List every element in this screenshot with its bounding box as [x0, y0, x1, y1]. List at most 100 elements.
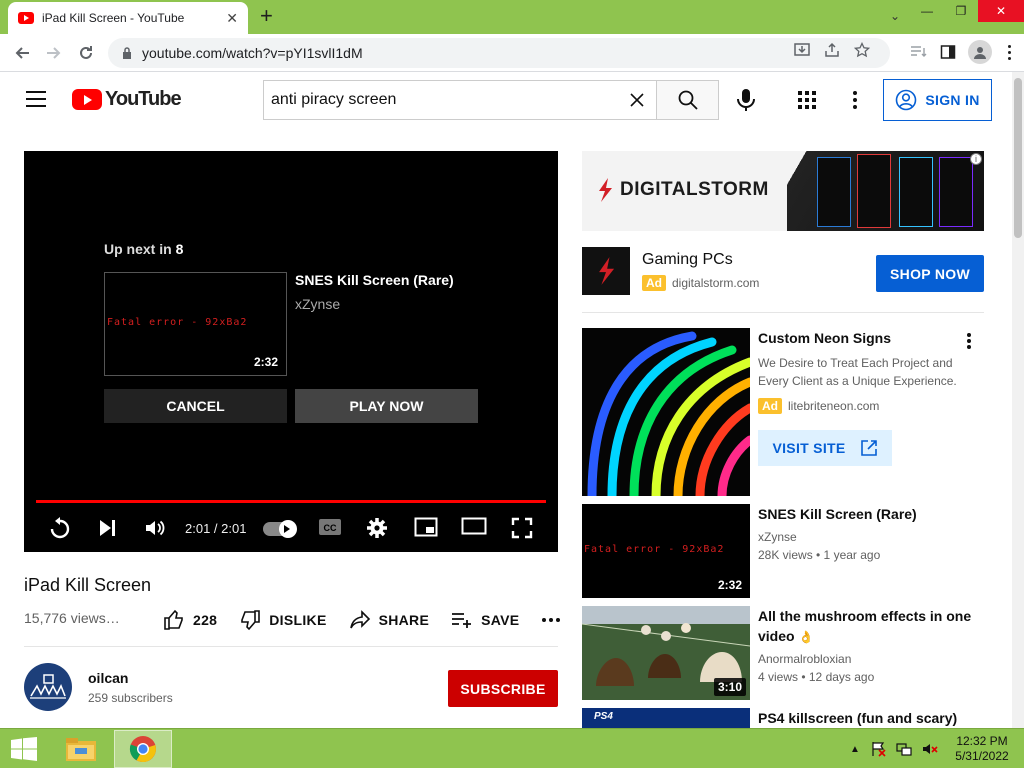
up-next-thumb-text: Fatal error - 92xBa2 [107, 317, 248, 328]
minimize-icon[interactable]: — [910, 0, 944, 22]
windows-start-icon[interactable] [10, 737, 38, 761]
toolbar-right [910, 40, 1014, 64]
recommendation-title[interactable]: PS4 killscreen (fun and scary) [758, 708, 978, 728]
scrollbar-thumb[interactable] [1014, 78, 1022, 238]
dislike-label: DISLIKE [269, 612, 327, 628]
tab-search-chevron-icon[interactable]: ⌄ [890, 9, 900, 23]
visit-site-button[interactable]: VISIT SITE [758, 430, 892, 466]
cancel-autoplay-button[interactable]: CANCEL [104, 389, 287, 423]
menu-hamburger-icon[interactable] [26, 91, 46, 107]
captions-icon[interactable]: CC [318, 517, 342, 537]
section-divider [24, 646, 558, 647]
recommendation-thumbnail[interactable]: 3:10 [582, 606, 750, 700]
share-button[interactable]: SHARE [349, 610, 430, 630]
sign-in-button[interactable]: SIGN IN [883, 79, 992, 121]
right-divider [582, 312, 984, 313]
action-center-flag-icon[interactable] [870, 741, 886, 757]
recommendation-channel[interactable]: Anormalrobloxian [758, 652, 851, 666]
video-player[interactable]: Up next in 8 Fatal error - 92xBa2 2:32 S… [24, 151, 558, 552]
neon-ad-thumbnail[interactable] [582, 328, 750, 496]
like-button[interactable]: 228 [163, 609, 217, 631]
volume-muted-icon[interactable] [922, 741, 938, 757]
ad-badge: Ad [642, 275, 666, 291]
banner-brand-text: DIGITALSTORM [620, 179, 769, 200]
ad-neon-signs[interactable]: Custom Neon Signs We Desire to Treat Eac… [582, 328, 984, 496]
new-tab-icon[interactable]: + [260, 5, 273, 27]
dislike-button[interactable]: DISLIKE [239, 609, 326, 631]
up-next-title[interactable]: SNES Kill Screen (Rare) [295, 272, 454, 288]
microphone-icon[interactable] [735, 88, 757, 112]
reading-list-icon[interactable] [910, 44, 928, 60]
recommendation-channel[interactable]: xZynse [758, 530, 797, 544]
recommendation-title[interactable]: All the mushroom effects in one video 👌 [758, 606, 978, 647]
fullscreen-icon[interactable] [511, 517, 533, 539]
next-video-icon[interactable] [97, 517, 119, 539]
lock-icon[interactable] [122, 47, 132, 59]
back-arrow-icon[interactable] [6, 37, 38, 69]
page-scrollbar[interactable] [1012, 72, 1024, 728]
share-page-icon[interactable] [824, 42, 840, 58]
save-button[interactable]: SAVE [451, 611, 519, 629]
restore-icon[interactable]: ❐ [944, 0, 978, 22]
omnibox[interactable]: youtube.com/watch?v=pYI1svlI1dM [108, 38, 890, 68]
up-next-thumbnail[interactable]: Fatal error - 92xBa2 2:32 [104, 272, 287, 376]
recommendation-item[interactable]: PS4 PS4 killscreen (fun and scary) [582, 708, 984, 728]
chrome-taskbar-button[interactable] [114, 730, 172, 768]
tab-title: iPad Kill Screen - YouTube [42, 11, 185, 25]
ad-gaming-pcs[interactable]: Gaming PCs Ad digitalstorm.com SHOP NOW [582, 247, 984, 297]
subscribe-button[interactable]: SUBSCRIBE [448, 670, 558, 707]
channel-avatar-logo-icon [30, 674, 66, 699]
recommendation-thumbnail[interactable]: PS4 [582, 708, 750, 728]
view-count[interactable]: 15,776 views… [24, 610, 120, 626]
ad-title[interactable]: Gaming PCs [642, 251, 733, 269]
browser-tab[interactable]: iPad Kill Screen - YouTube ✕ [8, 2, 248, 34]
file-explorer-taskbar-button[interactable] [60, 732, 102, 766]
window-close-icon[interactable]: ✕ [978, 0, 1024, 22]
recommendation-item[interactable]: Fatal error - 92xBa2 2:32 SNES Kill Scre… [582, 504, 984, 598]
taskbar-clock[interactable]: 12:32 PM 5/31/2022 [952, 734, 1012, 764]
search-box [263, 80, 656, 120]
side-panel-icon[interactable] [940, 44, 956, 60]
search-input[interactable] [271, 91, 611, 109]
miniplayer-icon[interactable] [414, 517, 438, 537]
autoplay-toggle[interactable] [263, 520, 297, 538]
search-button[interactable] [656, 80, 719, 120]
channel-avatar[interactable] [24, 663, 72, 711]
forward-arrow-icon[interactable] [38, 37, 70, 69]
more-actions-icon[interactable] [541, 617, 561, 623]
video-actions: 228 DISLIKE SHARE SAVE [163, 609, 561, 631]
youtube-play-logo-icon [72, 89, 102, 110]
settings-gear-icon[interactable] [366, 517, 388, 539]
youtube-logo[interactable]: YouTube [72, 88, 182, 111]
show-hidden-icons-icon[interactable]: ▲ [850, 744, 860, 755]
reload-icon[interactable] [70, 37, 102, 69]
replay-icon[interactable] [48, 517, 72, 541]
shop-now-button[interactable]: SHOP NOW [876, 255, 984, 292]
progress-bar[interactable] [36, 500, 546, 503]
recommendation-thumbnail[interactable]: Fatal error - 92xBa2 2:32 [582, 504, 750, 598]
theater-mode-icon[interactable] [461, 517, 487, 535]
display-ad-banner[interactable]: DIGITALSTORM [582, 151, 984, 231]
svg-text:CC: CC [324, 523, 337, 533]
neon-ad-title[interactable]: Custom Neon Signs [758, 330, 891, 346]
apps-grid-icon[interactable] [798, 91, 816, 109]
browser-menu-icon[interactable] [1004, 44, 1014, 60]
profile-avatar-icon[interactable] [968, 40, 992, 64]
play-now-button[interactable]: PLAY NOW [295, 389, 478, 423]
recommendation-item[interactable]: 3:10 All the mushroom effects in one vid… [582, 606, 984, 700]
network-icon[interactable] [896, 741, 912, 757]
recommendation-duration: 2:32 [713, 576, 746, 594]
ad-more-icon[interactable] [966, 332, 972, 350]
account-circle-icon [896, 89, 917, 111]
sign-in-label: SIGN IN [925, 92, 980, 108]
recommendation-title[interactable]: SNES Kill Screen (Rare) [758, 504, 978, 524]
tab-close-icon[interactable]: ✕ [226, 10, 238, 27]
clear-search-icon[interactable] [628, 91, 646, 109]
ad-info-icon[interactable]: i [970, 153, 982, 165]
youtube-logo-text: YouTube [105, 88, 182, 110]
volume-icon[interactable] [144, 517, 166, 539]
install-icon[interactable] [794, 42, 810, 58]
bookmark-star-icon[interactable] [854, 42, 870, 58]
channel-name[interactable]: oilcan [88, 670, 128, 686]
settings-more-icon[interactable] [852, 90, 858, 110]
